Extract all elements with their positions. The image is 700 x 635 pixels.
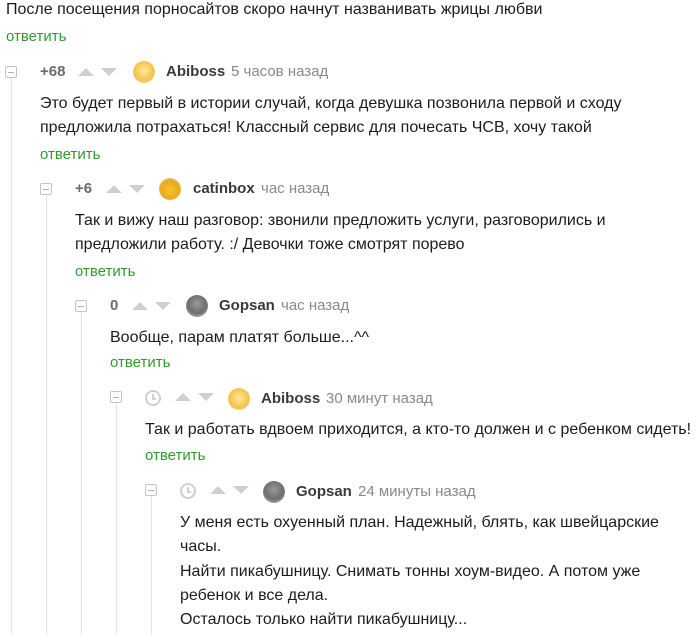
upvote-icon[interactable] <box>210 486 226 494</box>
comment-rating: 0 <box>110 297 119 314</box>
thread-line-level-3 <box>81 312 82 635</box>
thread-line-level-1 <box>11 78 12 635</box>
comment-time[interactable]: 24 минуты назад <box>358 483 476 500</box>
collapse-button[interactable] <box>40 183 52 195</box>
comment-text-line: ребенок и все дела. <box>180 587 329 604</box>
comment-author[interactable]: Abiboss <box>166 63 225 80</box>
comment-author[interactable]: Gopsan <box>219 297 275 314</box>
avatar-catinbox[interactable] <box>159 178 181 200</box>
comment-author[interactable]: catinbox <box>193 180 255 197</box>
upvote-icon[interactable] <box>106 185 122 193</box>
avatar-gopsan[interactable] <box>186 295 208 317</box>
thread-line-level-4 <box>116 403 117 635</box>
downvote-icon[interactable] <box>198 393 214 401</box>
thread-line-level-2 <box>46 195 47 635</box>
comment-text-line: Так и вижу наш разговор: звонили предлож… <box>75 212 606 229</box>
comment-text-line: У меня есть охуенный план. Надежный, бля… <box>180 514 659 531</box>
collapse-button[interactable] <box>145 484 157 496</box>
upvote-icon[interactable] <box>132 302 148 310</box>
avatar-gopsan[interactable] <box>263 481 285 503</box>
comment-text-line: Вообще, парам платят больше...^^ <box>110 329 369 346</box>
clock-icon <box>180 483 196 499</box>
thread-line-level-5 <box>151 496 152 635</box>
comment-reply-link[interactable]: ответить <box>145 447 205 464</box>
downvote-icon[interactable] <box>129 185 145 193</box>
comment-text-line: часы. <box>180 538 222 555</box>
downvote-icon[interactable] <box>155 302 171 310</box>
upvote-icon[interactable] <box>175 393 191 401</box>
collapse-button[interactable] <box>110 391 122 403</box>
post-title: После посещения порносайтов скоро начнут… <box>6 1 543 18</box>
comment-text-line: Это будет первый в истории случай, когда… <box>40 95 622 112</box>
comment-reply-link[interactable]: ответить <box>75 263 135 280</box>
comment-author[interactable]: Abiboss <box>261 390 320 407</box>
comment-reply-link[interactable]: ответить <box>110 354 170 371</box>
comment-rating: +68 <box>40 63 66 80</box>
collapse-button[interactable] <box>75 300 87 312</box>
comment-text-line: предложила потрахаться! Классный сервис … <box>40 119 592 136</box>
clock-icon <box>145 390 161 406</box>
downvote-icon[interactable] <box>233 486 249 494</box>
comment-time[interactable]: час назад <box>261 180 329 197</box>
comment-reply-link[interactable]: ответить <box>40 146 100 163</box>
comment-text-line: Так и работать вдвоем приходится, а кто-… <box>145 421 692 438</box>
comment-text-line: Осталось только найти пикабушницу... <box>180 611 468 628</box>
comment-text-line: Найти пикабушницу. Снимать тонны хоум-ви… <box>180 563 641 580</box>
upvote-icon[interactable] <box>78 68 94 76</box>
downvote-icon[interactable] <box>101 68 117 76</box>
avatar-abiboss[interactable] <box>133 61 155 83</box>
comment-author[interactable]: Gopsan <box>296 483 352 500</box>
avatar-abiboss[interactable] <box>228 388 250 410</box>
comment-time[interactable]: 30 минут назад <box>326 390 433 407</box>
comment-time[interactable]: 5 часов назад <box>231 63 328 80</box>
comment-time[interactable]: час назад <box>281 297 349 314</box>
comment-text-line: предложили работу. :/ Девочки тоже смотр… <box>75 236 465 253</box>
post-reply-link[interactable]: ответить <box>6 28 66 45</box>
comment-rating: +6 <box>75 180 93 197</box>
collapse-button[interactable] <box>5 66 17 78</box>
